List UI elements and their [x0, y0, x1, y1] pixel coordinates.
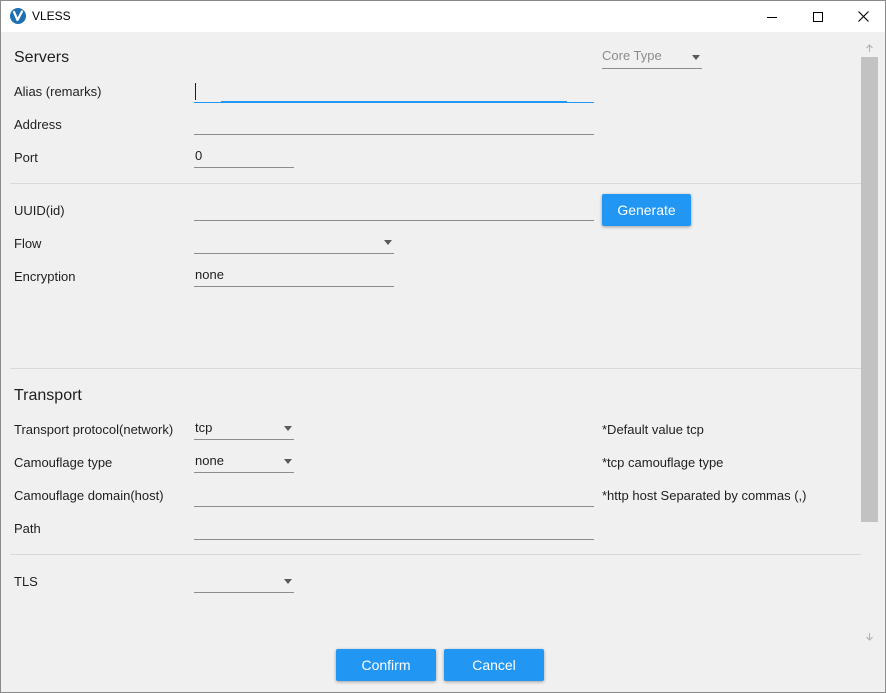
network-value: tcp: [195, 420, 213, 435]
host-hint: *http host Separated by commas (,): [602, 488, 807, 503]
alias-label: Alias (remarks): [14, 84, 102, 99]
path-label: Path: [14, 521, 41, 536]
uuid-label: UUID(id): [14, 203, 65, 218]
maximize-icon: [813, 11, 823, 22]
camouflage-type-label: Camouflage type: [14, 455, 113, 470]
chevron-down-icon: [384, 240, 392, 245]
close-button[interactable]: [840, 1, 885, 32]
chevron-down-icon: [284, 579, 292, 584]
host-input[interactable]: [194, 485, 594, 507]
vertical-scrollbar[interactable]: [861, 40, 878, 645]
core-type-placeholder: Core Type: [602, 48, 662, 63]
generate-button[interactable]: Generate: [602, 194, 691, 226]
v2ray-logo-icon: [10, 8, 26, 24]
address-input[interactable]: [194, 113, 594, 135]
servers-section-title: Servers: [14, 49, 70, 66]
section-divider: [10, 183, 861, 184]
scroll-up-button[interactable]: [861, 40, 878, 57]
minimize-icon: [767, 16, 777, 18]
close-icon: [857, 11, 869, 22]
camouflage-type-hint: *tcp camouflage type: [602, 455, 724, 470]
maximize-button[interactable]: [795, 1, 841, 32]
network-select[interactable]: tcp: [194, 418, 294, 440]
chevron-down-icon: [284, 459, 292, 464]
camouflage-type-select[interactable]: none: [194, 451, 294, 473]
encryption-input[interactable]: none: [194, 265, 394, 287]
alias-input[interactable]: [194, 81, 594, 103]
scroll-down-button[interactable]: [861, 628, 878, 645]
vless-dialog-window: VLESS Servers Core Type Alias (remarks) …: [0, 0, 886, 693]
network-hint: *Default value tcp: [602, 422, 704, 437]
port-input[interactable]: 0: [194, 146, 294, 168]
host-label: Camouflage domain(host): [14, 488, 164, 503]
path-input[interactable]: [194, 518, 594, 540]
scrollbar-thumb[interactable]: [861, 57, 878, 522]
uuid-input[interactable]: [194, 199, 594, 221]
confirm-button[interactable]: Confirm: [336, 649, 436, 681]
flow-label: Flow: [14, 236, 42, 251]
section-divider: [10, 368, 861, 369]
transport-section-title: Transport: [14, 387, 82, 404]
tls-select[interactable]: [194, 571, 294, 593]
tls-label: TLS: [14, 574, 38, 589]
chevron-down-icon: [692, 55, 700, 60]
address-label: Address: [14, 117, 62, 132]
flow-select[interactable]: [194, 232, 394, 254]
port-value: 0: [195, 148, 203, 163]
window-title: VLESS: [32, 9, 71, 23]
minimize-button[interactable]: [749, 1, 795, 32]
arrow-up-icon: [866, 44, 873, 52]
core-type-select[interactable]: Core Type: [602, 47, 702, 69]
encryption-value: none: [195, 267, 224, 282]
port-label: Port: [14, 150, 38, 165]
cancel-button[interactable]: Cancel: [444, 649, 544, 681]
section-divider: [10, 554, 861, 555]
encryption-label: Encryption: [14, 269, 76, 284]
network-label: Transport protocol(network): [14, 422, 174, 437]
camouflage-type-value: none: [195, 453, 224, 468]
arrow-down-icon: [866, 633, 873, 641]
chevron-down-icon: [284, 426, 292, 431]
focus-underline: [221, 101, 567, 103]
text-caret: [195, 83, 196, 100]
title-bar: VLESS: [1, 1, 885, 32]
